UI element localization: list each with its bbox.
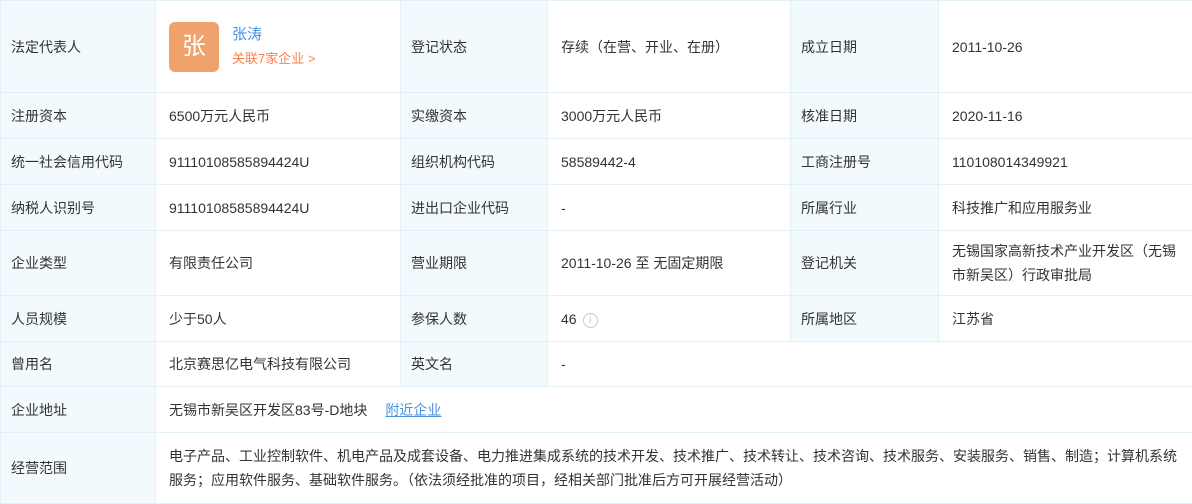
field-value-region: 江苏省 bbox=[939, 296, 1192, 342]
field-value-reg-authority: 无锡国家高新技术产业开发区（无锡市新吴区）行政审批局 bbox=[939, 231, 1192, 296]
field-value-import-export-code: - bbox=[548, 185, 791, 231]
field-value-reg-capital: 6500万元人民币 bbox=[156, 93, 401, 139]
field-label-business-term: 营业期限 bbox=[401, 231, 548, 296]
table-row: 统一社会信用代码 91110108585894424U 组织机构代码 58589… bbox=[1, 139, 1192, 185]
field-label-company-type: 企业类型 bbox=[1, 231, 156, 296]
table-row: 企业地址 无锡市新吴区开发区83号-D地块 附近企业 bbox=[1, 387, 1192, 433]
field-value-company-type: 有限责任公司 bbox=[156, 231, 401, 296]
field-value-paid-capital: 3000万元人民币 bbox=[548, 93, 791, 139]
field-value-staff-size: 少于50人 bbox=[156, 296, 401, 342]
table-row: 法定代表人 张 张涛 关联7家企业 > 登记状态 存续（在营、开业、在册） 成立… bbox=[1, 1, 1192, 93]
field-value-business-reg-no: 110108014349921 bbox=[939, 139, 1192, 185]
insured-count-value: 46 bbox=[561, 311, 577, 327]
field-label-staff-size: 人员规模 bbox=[1, 296, 156, 342]
field-label-taxpayer-id: 纳税人识别号 bbox=[1, 185, 156, 231]
field-label-credit-code: 统一社会信用代码 bbox=[1, 139, 156, 185]
table-row: 纳税人识别号 91110108585894424U 进出口企业代码 - 所属行业… bbox=[1, 185, 1192, 231]
field-label-region: 所属地区 bbox=[791, 296, 939, 342]
field-value-insured-count: 46 i bbox=[548, 296, 791, 342]
field-value-former-name: 北京赛思亿电气科技有限公司 bbox=[156, 342, 401, 387]
field-label-address: 企业地址 bbox=[1, 387, 156, 433]
field-value-english-name: - bbox=[548, 342, 1192, 387]
field-value-business-scope: 电子产品、工业控制软件、机电产品及成套设备、电力推进集成系统的技术开发、技术推广… bbox=[156, 433, 1192, 504]
field-value-legal-rep: 张 张涛 关联7家企业 > bbox=[156, 1, 401, 93]
field-label-reg-capital: 注册资本 bbox=[1, 93, 156, 139]
field-label-reg-status: 登记状态 bbox=[401, 1, 548, 93]
field-label-paid-capital: 实缴资本 bbox=[401, 93, 548, 139]
legal-rep-cell: 张 张涛 关联7家企业 > bbox=[169, 22, 388, 72]
address-text: 无锡市新吴区开发区83号-D地块 bbox=[169, 402, 367, 418]
field-value-taxpayer-id: 91110108585894424U bbox=[156, 185, 401, 231]
field-value-org-code: 58589442-4 bbox=[548, 139, 791, 185]
table-row: 人员规模 少于50人 参保人数 46 i 所属地区 江苏省 bbox=[1, 296, 1192, 342]
table-row: 经营范围 电子产品、工业控制软件、机电产品及成套设备、电力推进集成系统的技术开发… bbox=[1, 433, 1192, 504]
field-value-business-term: 2011-10-26 至 无固定期限 bbox=[548, 231, 791, 296]
related-companies-link[interactable]: 关联7家企业 > bbox=[232, 50, 315, 68]
field-label-former-name: 曾用名 bbox=[1, 342, 156, 387]
field-label-org-code: 组织机构代码 bbox=[401, 139, 548, 185]
field-value-approval-date: 2020-11-16 bbox=[939, 93, 1192, 139]
field-label-industry: 所属行业 bbox=[791, 185, 939, 231]
field-value-credit-code: 91110108585894424U bbox=[156, 139, 401, 185]
legal-rep-name-stack: 张涛 关联7家企业 > bbox=[232, 25, 315, 68]
legal-rep-name-link[interactable]: 张涛 bbox=[232, 25, 315, 45]
table-row: 企业类型 有限责任公司 营业期限 2011-10-26 至 无固定期限 登记机关… bbox=[1, 231, 1192, 296]
avatar[interactable]: 张 bbox=[169, 22, 219, 72]
field-label-insured-count: 参保人数 bbox=[401, 296, 548, 342]
field-value-establish-date: 2011-10-26 bbox=[939, 1, 1192, 93]
field-label-reg-authority: 登记机关 bbox=[791, 231, 939, 296]
field-label-approval-date: 核准日期 bbox=[791, 93, 939, 139]
field-label-business-scope: 经营范围 bbox=[1, 433, 156, 504]
field-value-reg-status: 存续（在营、开业、在册） bbox=[548, 1, 791, 93]
company-info-table: 法定代表人 张 张涛 关联7家企业 > 登记状态 存续（在营、开业、在册） 成立… bbox=[0, 0, 1192, 504]
field-label-legal-rep: 法定代表人 bbox=[1, 1, 156, 93]
field-label-english-name: 英文名 bbox=[401, 342, 548, 387]
table-row: 注册资本 6500万元人民币 实缴资本 3000万元人民币 核准日期 2020-… bbox=[1, 93, 1192, 139]
field-label-import-export-code: 进出口企业代码 bbox=[401, 185, 548, 231]
nearby-companies-link[interactable]: 附近企业 bbox=[385, 402, 441, 418]
field-value-address: 无锡市新吴区开发区83号-D地块 附近企业 bbox=[156, 387, 1192, 433]
table-row: 曾用名 北京赛思亿电气科技有限公司 英文名 - bbox=[1, 342, 1192, 387]
field-label-business-reg-no: 工商注册号 bbox=[791, 139, 939, 185]
field-label-establish-date: 成立日期 bbox=[791, 1, 939, 93]
field-value-industry: 科技推广和应用服务业 bbox=[939, 185, 1192, 231]
info-icon[interactable]: i bbox=[583, 313, 598, 328]
